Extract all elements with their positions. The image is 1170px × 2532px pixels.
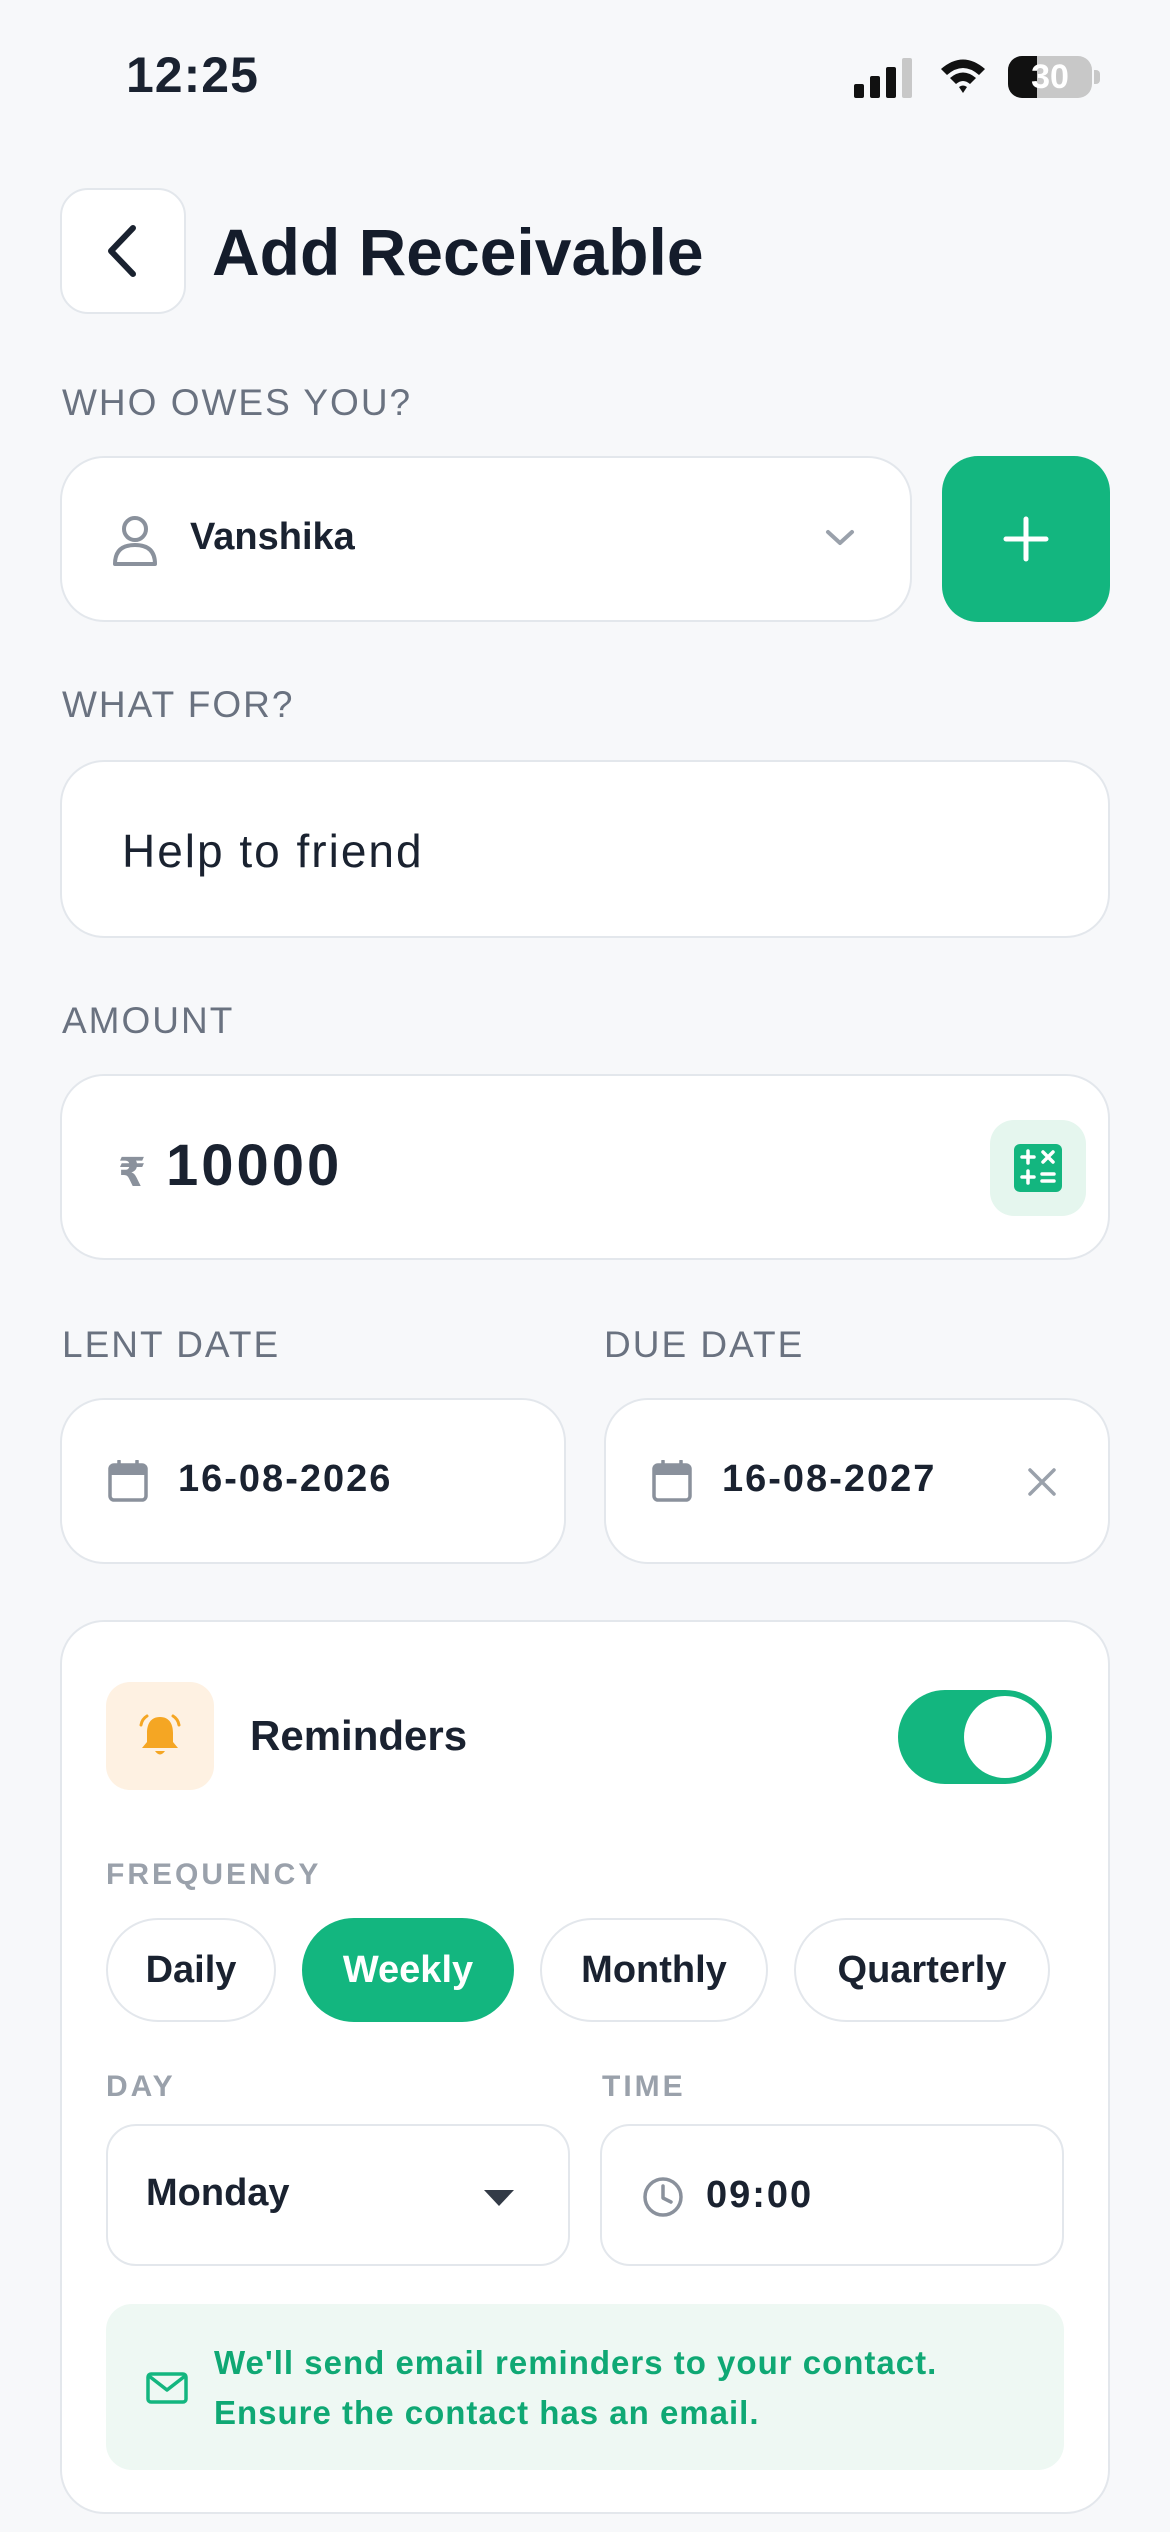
clear-icon[interactable]	[1026, 1466, 1058, 1498]
amount-label: AMOUNT	[62, 1000, 235, 1041]
time-picker[interactable]: 09:00	[600, 2124, 1064, 2266]
what-label: WHAT FOR?	[62, 684, 295, 725]
wifi-icon	[941, 59, 985, 93]
cellular-signal-icon	[854, 58, 912, 98]
plus-icon	[1003, 516, 1049, 562]
back-button[interactable]	[60, 188, 186, 314]
calendar-icon	[108, 1460, 148, 1502]
bell-badge	[106, 1682, 214, 1790]
due-date-picker[interactable]: 16-08-2027	[604, 1398, 1110, 1564]
chevron-left-icon	[108, 225, 136, 277]
frequency-daily-chip[interactable]: Daily	[106, 1918, 276, 2022]
mail-icon	[146, 2372, 188, 2404]
frequency-quarterly-chip[interactable]: Quarterly	[794, 1918, 1050, 2022]
calculator-icon	[1014, 1144, 1062, 1192]
description-value: Help to friend	[122, 825, 424, 877]
add-contact-button[interactable]	[942, 456, 1110, 622]
info-line-2: Ensure the contact has an email.	[214, 2394, 760, 2431]
day-value: Monday	[146, 2172, 290, 2214]
battery-tip	[1094, 70, 1100, 84]
calculator-button[interactable]	[990, 1120, 1086, 1216]
page-title: Add Receivable	[212, 215, 704, 289]
time-value: 09:00	[706, 2174, 814, 2216]
info-line-1: We'll send email reminders to your conta…	[214, 2344, 938, 2381]
frequency-monthly-chip[interactable]: Monthly	[540, 1918, 768, 2022]
frequency-label: FREQUENCY	[106, 1858, 322, 1891]
amount-value: 10000	[166, 1133, 343, 1198]
email-reminder-notice: We'll send email reminders to your conta…	[106, 2304, 1064, 2470]
time-label: TIME	[602, 2070, 686, 2103]
status-time: 12:25	[126, 47, 259, 103]
reminders-toggle[interactable]	[898, 1690, 1052, 1784]
day-label: DAY	[106, 2070, 176, 2103]
lent-date-value: 16-08-2026	[178, 1458, 393, 1500]
description-field[interactable]: Help to friend	[60, 760, 1110, 938]
caret-down-icon	[484, 2190, 514, 2206]
battery-icon: 30	[1008, 56, 1092, 98]
due-date-label: DUE DATE	[604, 1324, 805, 1365]
currency-symbol: ₹	[118, 1151, 146, 1195]
bell-icon	[139, 1714, 181, 1755]
frequency-weekly-chip[interactable]: Weekly	[302, 1918, 514, 2022]
contact-select[interactable]: Vanshika	[60, 456, 912, 622]
chevron-down-icon	[826, 530, 854, 545]
toggle-knob	[964, 1696, 1046, 1778]
calendar-icon	[652, 1460, 692, 1502]
lent-date-picker[interactable]: 16-08-2026	[60, 1398, 566, 1564]
amount-field[interactable]: ₹ 10000	[60, 1074, 1110, 1260]
lent-date-label: LENT DATE	[62, 1324, 281, 1365]
day-select[interactable]: Monday	[106, 2124, 570, 2266]
reminders-title: Reminders	[250, 1712, 468, 1759]
battery-percentage: 30	[1031, 58, 1069, 96]
due-date-value: 16-08-2027	[722, 1458, 937, 1500]
person-icon	[113, 516, 157, 566]
who-label: WHO OWES YOU?	[62, 382, 413, 423]
contact-name: Vanshika	[190, 516, 355, 558]
clock-icon	[643, 2177, 683, 2217]
